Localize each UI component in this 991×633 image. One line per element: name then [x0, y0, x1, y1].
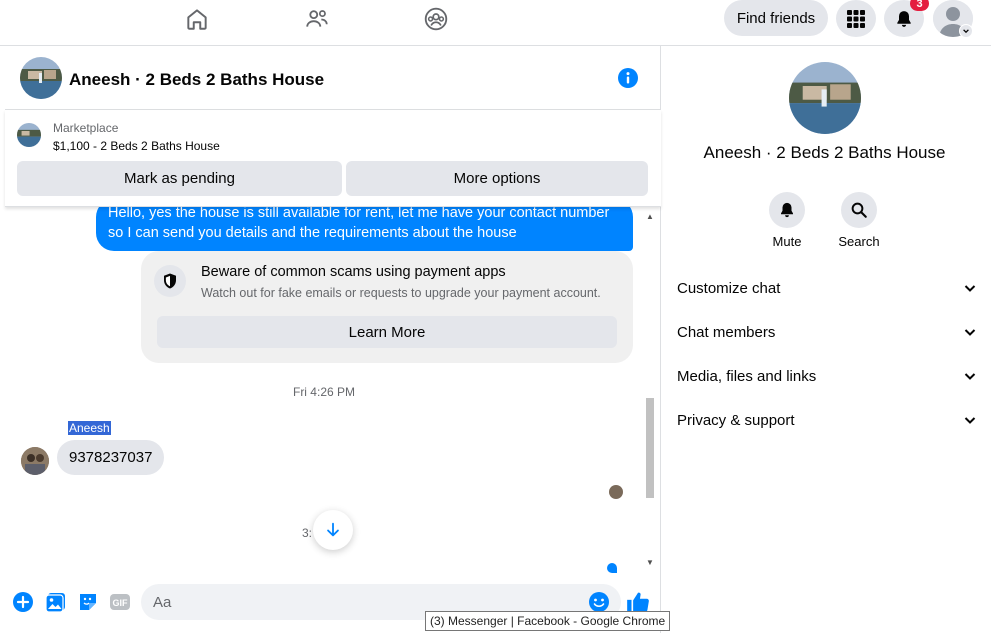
scam-warning-title: Beware of common scams using payment app… [201, 264, 506, 280]
home-icon[interactable] [182, 4, 212, 34]
section-customize-chat[interactable]: Customize chat [677, 273, 977, 303]
arrow-down-icon [327, 522, 339, 537]
learn-more-button[interactable]: Learn More [157, 316, 617, 348]
conversation-info-panel: Aneesh · 2 Beds 2 Baths House Mute Searc… [662, 46, 991, 633]
notification-badge: 3 [910, 0, 929, 11]
gif-icon[interactable]: GIF [109, 591, 131, 613]
info-panel-title: Aneesh · 2 Beds 2 Baths House [703, 143, 946, 162]
plus-circle-icon[interactable] [12, 591, 34, 613]
find-friends-button[interactable]: Find friends [724, 0, 828, 36]
info-icon[interactable] [618, 68, 638, 88]
more-options-button[interactable]: More options [346, 161, 648, 196]
mark-as-pending-button[interactable]: Mark as pending [17, 161, 342, 196]
chevron-down-icon [964, 373, 976, 380]
photo-icon[interactable] [45, 591, 67, 613]
mute-label: Mute [772, 234, 802, 249]
top-navigation-bar: Find friends 3 [0, 0, 991, 46]
sticker-icon[interactable] [77, 591, 99, 613]
message-timestamp: Fri 4:26 PM [292, 385, 355, 399]
incoming-message[interactable]: 9378237037 [57, 440, 165, 475]
window-title-tooltip: (3) Messenger | Facebook - Google Chrome [425, 611, 671, 631]
emoji-icon[interactable] [588, 591, 610, 613]
outgoing-message[interactable]: Hello, yes the house is still available … [96, 207, 633, 251]
chevron-down-icon [964, 329, 976, 336]
section-chat-members[interactable]: Chat members [677, 317, 977, 347]
friends-icon[interactable] [302, 4, 332, 34]
conversation-title[interactable]: Aneesh · 2 Beds 2 Baths House [69, 70, 324, 90]
listing-thumbnail[interactable] [17, 123, 41, 147]
account-menu-chevron[interactable] [959, 24, 973, 38]
chevron-down-icon [963, 29, 969, 34]
scroll-down-arrow-icon[interactable]: ▼ [645, 558, 655, 568]
bell-icon[interactable] [769, 192, 805, 228]
conversation-avatar[interactable] [20, 57, 62, 99]
chat-panel: Aneesh · 2 Beds 2 Baths House Marketplac… [5, 46, 661, 633]
scam-warning-card: Beware of common scams using payment app… [141, 251, 633, 363]
section-media-files-links[interactable]: Media, files and links [677, 361, 977, 391]
seen-indicator-avatar [609, 485, 623, 499]
search-action[interactable]: Search [829, 192, 889, 249]
mute-action[interactable]: Mute [757, 192, 817, 249]
scroll-to-bottom-button[interactable] [313, 510, 353, 550]
chat-header: Aneesh · 2 Beds 2 Baths House [5, 46, 661, 110]
listing-price-title[interactable]: $1,100 - 2 Beds 2 Baths House [53, 139, 220, 153]
messenger-window: Find friends 3 Aneesh · 2 Beds 2 Baths H… [0, 0, 991, 633]
search-label: Search [838, 234, 880, 249]
chevron-down-icon [964, 417, 976, 424]
partial-outgoing-message [607, 563, 617, 573]
house-photo [20, 57, 62, 99]
search-icon[interactable] [841, 192, 877, 228]
menu-button[interactable] [836, 0, 876, 37]
chevron-down-icon [964, 285, 976, 292]
partial-timestamp: 3: [302, 526, 313, 540]
conversation-profile-photo[interactable] [789, 62, 861, 134]
marketplace-listing-banner: Marketplace $1,100 - 2 Beds 2 Baths Hous… [5, 110, 661, 207]
scam-warning-subtitle: Watch out for fake emails or requests to… [201, 286, 601, 300]
section-label: Customize chat [677, 279, 781, 297]
section-label: Media, files and links [677, 367, 817, 385]
scroll-up-arrow-icon[interactable]: ▲ [645, 212, 655, 222]
marketplace-label: Marketplace [53, 121, 119, 135]
sender-name: Aneesh [68, 421, 111, 435]
section-label: Chat members [677, 323, 776, 341]
groups-icon[interactable] [421, 4, 451, 34]
grid-icon [847, 9, 865, 28]
section-label: Privacy & support [677, 411, 795, 429]
svg-text:GIF: GIF [113, 598, 129, 608]
bell-icon [897, 10, 911, 27]
scrollbar-thumb[interactable] [646, 398, 654, 498]
shield-icon [154, 265, 186, 297]
section-privacy-support[interactable]: Privacy & support [677, 405, 977, 435]
message-scrollbar[interactable]: ▲ ▼ [641, 212, 657, 570]
message-list: Hello, yes the house is still available … [5, 207, 661, 579]
sender-avatar[interactable] [21, 447, 49, 475]
